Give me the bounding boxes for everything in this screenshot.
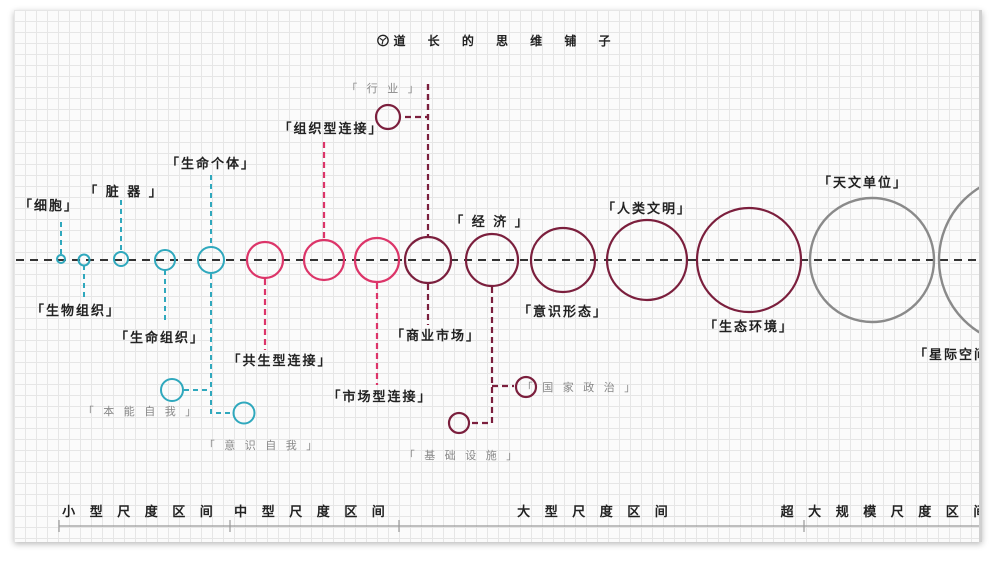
label-life-org: 「生命组织」 bbox=[114, 331, 206, 346]
circle-symbiosis bbox=[245, 240, 285, 280]
label-industry: 「 行 业 」 bbox=[346, 82, 422, 95]
label-civilization: 「人类文明」 bbox=[601, 202, 693, 217]
label-infra: 「 基 础 设 施 」 bbox=[403, 449, 521, 462]
label-ecology: 「生态环境」 bbox=[703, 320, 795, 335]
label-org-conn: 「组织型连接」 bbox=[278, 122, 384, 137]
label-instinct: 「 本 能 自 我 」 bbox=[82, 405, 200, 418]
label-organ: 「 脏 器 」 bbox=[84, 185, 164, 200]
label-biz-market: 「商业市场」 bbox=[390, 329, 482, 344]
circle-market-conn bbox=[353, 236, 401, 284]
label-individual: 「生命个体」 bbox=[165, 157, 257, 172]
label-cell: 「细胞」 bbox=[18, 199, 80, 214]
circle-infra bbox=[447, 411, 471, 435]
label-symbiosis: 「共生型连接」 bbox=[227, 354, 333, 369]
diagram-canvas: 道 长 的 思 维 铺 子 「细胞」 「生物组织」 「 脏 器 」 「生命组织」… bbox=[14, 10, 982, 542]
circle-conscious bbox=[232, 401, 256, 425]
label-tissue: 「生物组织」 bbox=[30, 304, 122, 319]
connector-economy-down bbox=[471, 287, 494, 425]
frame-edge bbox=[979, 10, 982, 542]
label-conscious: 「 意 识 自 我 」 bbox=[203, 439, 321, 452]
range-large: 大 型 尺 度 区 间 bbox=[517, 505, 673, 520]
label-nation: 「 国 家 政 治 」 bbox=[521, 381, 639, 394]
circle-instinct bbox=[160, 378, 184, 402]
label-ideology: 「意识形态」 bbox=[517, 305, 609, 320]
connector-self bbox=[210, 274, 233, 414]
range-xlarge: 超 大 规 模 尺 度 区 间 bbox=[780, 505, 982, 520]
range-medium: 中 型 尺 度 区 间 bbox=[234, 505, 390, 520]
label-space: 「星际空间 bbox=[914, 348, 982, 363]
label-market-conn: 「市场型连接」 bbox=[327, 390, 433, 405]
range-small: 小 型 尺 度 区 间 bbox=[62, 505, 218, 520]
label-economy: 「 经 济 」 bbox=[450, 215, 530, 230]
scale-diagram bbox=[16, 84, 982, 532]
label-astro: 「天文单位」 bbox=[817, 176, 909, 191]
